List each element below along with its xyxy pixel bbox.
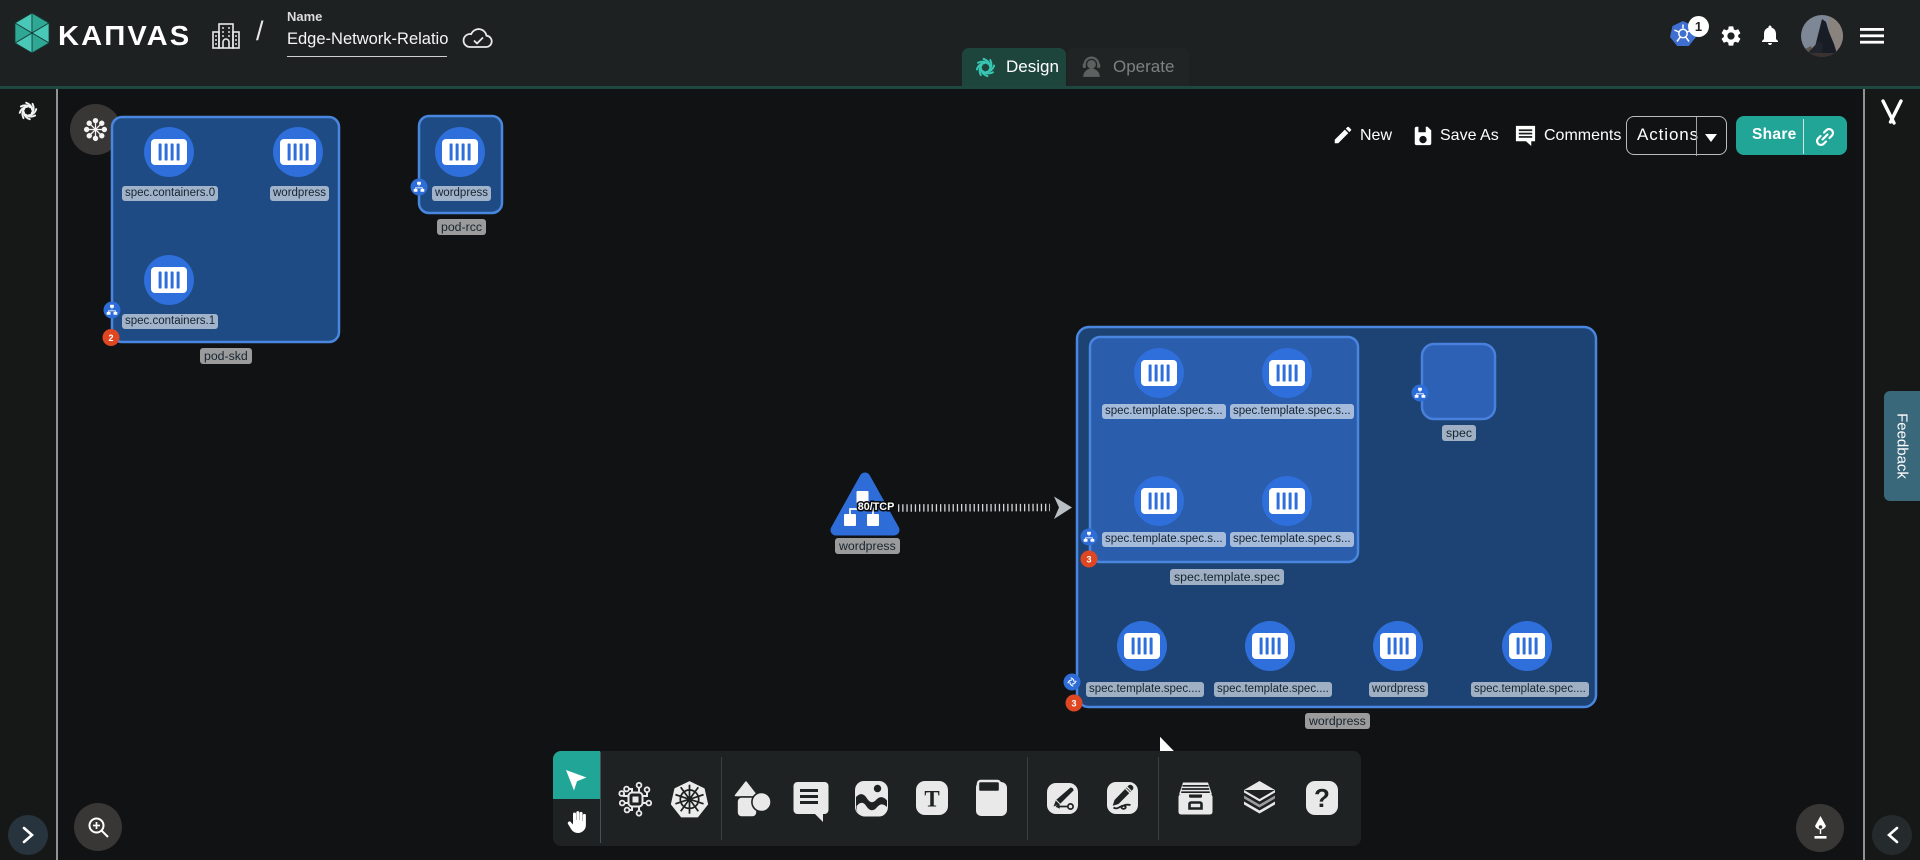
svg-text:T: T bbox=[924, 787, 939, 812]
svg-text:80/TCP: 80/TCP bbox=[858, 501, 895, 513]
svg-text:2: 2 bbox=[108, 333, 113, 343]
svg-text:3: 3 bbox=[1071, 699, 1076, 709]
svg-text:3: 3 bbox=[1086, 555, 1091, 565]
svg-text:?: ? bbox=[1314, 783, 1330, 813]
